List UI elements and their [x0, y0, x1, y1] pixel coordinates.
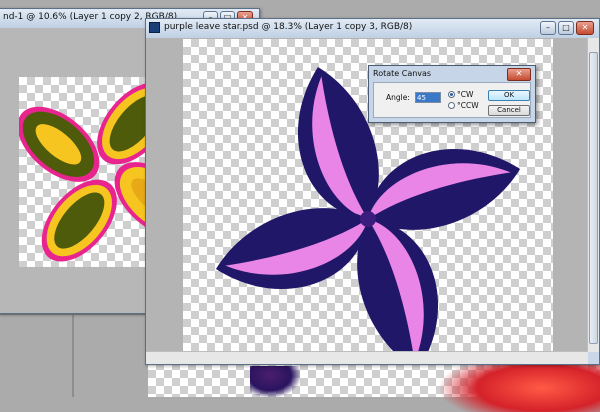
dialog-title: Rotate Canvas — [373, 69, 432, 78]
purple-artwork-fragment — [250, 366, 300, 397]
vertical-scrollbar[interactable] — [587, 38, 599, 352]
horizontal-scrollbar[interactable] — [146, 351, 588, 364]
main-window-title: purple leave star.psd @ 18.3% (Layer 1 c… — [164, 22, 413, 32]
close-icon[interactable]: ✕ — [576, 21, 594, 35]
ccw-radio[interactable] — [448, 102, 455, 109]
angle-input[interactable] — [415, 92, 441, 103]
ok-button[interactable]: OK — [488, 90, 530, 101]
vertical-scroll-thumb[interactable] — [589, 52, 598, 344]
close-icon[interactable]: ✕ — [507, 68, 531, 81]
photoshop-doc-icon — [149, 22, 160, 33]
green-yellow-leaf-artwork — [19, 82, 148, 262]
angle-label: Angle: — [386, 93, 410, 102]
cw-label[interactable]: °CW — [457, 90, 473, 99]
dialog-body: Angle: °CW °CCW OK Cancel — [373, 82, 531, 118]
background-canvas — [19, 77, 148, 267]
maximize-icon[interactable]: □ — [558, 21, 574, 35]
ccw-label[interactable]: °CCW — [457, 101, 479, 110]
cw-radio[interactable] — [448, 91, 455, 98]
minimize-icon[interactable]: – — [540, 21, 556, 35]
workspace-divider-vertical — [72, 315, 74, 397]
cancel-button[interactable]: Cancel — [488, 105, 530, 116]
main-window-titlebar[interactable]: purple leave star.psd @ 18.3% (Layer 1 c… — [146, 19, 599, 38]
rotate-canvas-dialog[interactable]: Rotate Canvas ✕ Angle: °CW °CCW OK Cance… — [368, 65, 536, 123]
